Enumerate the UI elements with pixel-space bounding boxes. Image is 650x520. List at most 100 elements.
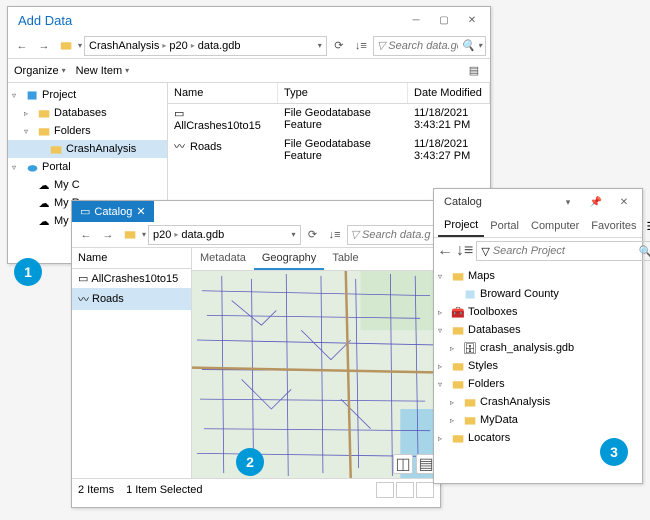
organize-bar: Organize▾ New Item▾ ▤ [8,59,490,83]
back-button[interactable]: ← [76,225,96,245]
menu-button[interactable]: ☰ [643,218,650,235]
filter-icon: ▽ [481,245,489,258]
new-item-menu[interactable]: New Item▾ [76,65,129,77]
tree-mydata[interactable]: ▹MyData [434,411,642,429]
cloud-icon: ☁ [37,214,51,228]
forward-button[interactable]: → [34,36,54,56]
search-input[interactable] [362,229,432,241]
window-title: Add Data [12,13,402,28]
search-input[interactable] [493,245,636,257]
list-row[interactable]: ▭AllCrashes10to15 File Geodatabase Featu… [168,104,490,135]
close-button[interactable]: ✕ [458,9,486,31]
map-icon [463,287,477,301]
callout-2: 2 [236,448,264,476]
cloud-icon: ☁ [37,196,51,210]
tree-crashanalysis[interactable]: ▹CrashAnalysis [434,393,642,411]
organize-menu[interactable]: Organize▾ [14,65,66,77]
tab-computer[interactable]: Computer [525,216,585,236]
view-list-button[interactable] [376,482,394,498]
tree-broward[interactable]: Broward County [434,285,642,303]
folder-icon [451,359,465,373]
catalog-tab[interactable]: ▭ Catalog ✕ [72,201,154,222]
tab-table[interactable]: Table [324,248,366,270]
view-tile-button[interactable] [396,482,414,498]
folder-icon [37,124,51,138]
close-button[interactable]: ✕ [610,191,638,213]
tab-project[interactable]: Project [438,215,484,237]
sort-button[interactable]: ↓≡ [351,36,371,56]
crumb[interactable]: data.gdb [181,229,224,241]
geodatabase-icon: 🗄 [463,341,477,355]
crumb[interactable]: p20 [153,229,171,241]
tree-project[interactable]: ▿Project [8,86,167,104]
nav-toolbar: ← → ▾ p20▸ data.gdb ▾ ⟳ ↓≡ ▽ [72,222,440,248]
tab-metadata[interactable]: Metadata [192,248,254,270]
tree-databases[interactable]: ▿Databases [434,321,642,339]
callout-3: 3 [600,438,628,466]
search-input[interactable] [388,40,458,52]
search-box[interactable]: ▽ [347,225,436,245]
sort-button[interactable]: ↓≡ [325,225,345,245]
status-bar: 2 Items 1 Item Selected [72,478,440,500]
up-button[interactable] [56,36,76,56]
tree-folders[interactable]: ▿Folders [434,375,642,393]
tree-folders[interactable]: ▿Folders [8,122,167,140]
tree-maps[interactable]: ▿Maps [434,267,642,285]
folder-dropdown-icon[interactable]: ▾ [78,41,82,50]
refresh-button[interactable]: ⟳ [329,36,349,56]
feature-class-icon: ▭ [78,272,88,285]
folder-icon [451,269,465,283]
map-preview[interactable]: ◫ ▤ [192,271,440,478]
tab-geography[interactable]: Geography [254,248,324,270]
up-button[interactable] [120,225,140,245]
list-row[interactable]: 〰Roads File Geodatabase Feature 11/18/20… [168,135,490,165]
list-header: Name Type Date Modified [168,83,490,104]
pin-button[interactable]: 📌 [582,191,610,213]
crumb[interactable]: data.gdb [198,40,241,52]
forward-button[interactable]: → [98,225,118,245]
crumb[interactable]: CrashAnalysis [89,40,159,52]
tree-portal[interactable]: ▿Portal [8,158,167,176]
view-detail-button[interactable] [416,482,434,498]
list-item[interactable]: 〰Roads [72,288,191,310]
tree-crash-gdb[interactable]: ▹🗄crash_analysis.gdb [434,339,642,357]
tree-crashanalysis[interactable]: CrashAnalysis [8,140,167,158]
back-button[interactable]: ← [12,36,32,56]
database-icon [451,323,465,337]
col-name[interactable]: Name [72,248,191,269]
options-button[interactable]: ▾ [554,191,582,213]
tree-my-content[interactable]: ☁My C [8,176,167,194]
cloud-icon [25,160,39,174]
tab-portal[interactable]: Portal [484,216,525,236]
list-item[interactable]: ▭AllCrashes10to15 [72,269,191,288]
tree-toolboxes[interactable]: ▹🧰Toolboxes [434,303,642,321]
preview-tabs: Metadata Geography Table [192,248,440,271]
breadcrumb[interactable]: CrashAnalysis▸ p20▸ data.gdb ▾ [84,36,327,56]
close-tab-icon[interactable]: ✕ [136,205,145,218]
folder-icon [451,431,465,445]
catalog-icon: ▭ [80,205,90,218]
col-date[interactable]: Date Modified [408,83,490,103]
map-widget-button[interactable]: ◫ [393,454,413,474]
search-box[interactable]: ▽ 🔍 ▾ [373,36,486,56]
back-button[interactable]: ← [437,241,453,261]
project-tree: ▿Maps Broward County ▹🧰Toolboxes ▿Databa… [434,264,642,450]
crumb[interactable]: p20 [169,40,187,52]
maximize-button[interactable]: ▢ [430,9,458,31]
feature-class-icon: 〰 [174,138,188,154]
breadcrumb[interactable]: p20▸ data.gdb ▾ [148,225,301,245]
item-list: Name ▭AllCrashes10to15 〰Roads [72,248,192,478]
view-mode-button[interactable]: ▤ [464,61,484,81]
tree-databases[interactable]: ▹Databases [8,104,167,122]
col-type[interactable]: Type [278,83,408,103]
titlebar: Catalog ▾ 📌 ✕ [434,189,642,215]
refresh-button[interactable]: ⟳ [303,225,323,245]
project-icon [25,88,39,102]
tab-favorites[interactable]: Favorites [585,216,642,236]
col-name[interactable]: Name [168,83,278,103]
sort-button[interactable]: ↓≡ [456,241,473,261]
tree-styles[interactable]: ▹Styles [434,357,642,375]
search-box[interactable]: ▽ 🔍▾ [476,241,650,261]
cloud-icon: ☁ [37,178,51,192]
minimize-button[interactable]: ─ [402,9,430,31]
